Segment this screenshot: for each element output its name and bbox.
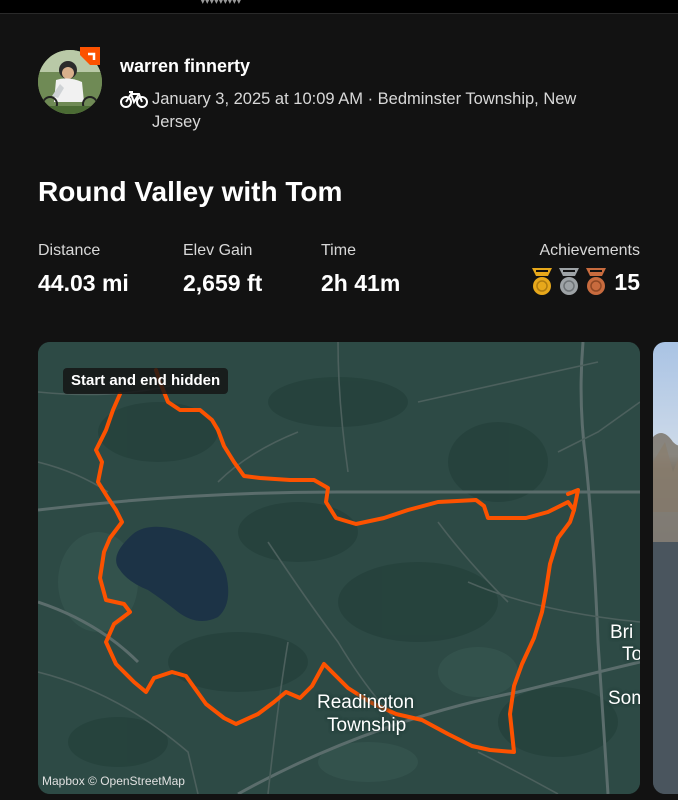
activity-header: warren finnerty January 3, 2025 at 10:09… (38, 47, 658, 140)
stat-achievements-label: Achievements (539, 242, 641, 259)
stat-elev-gain-label: Elev Gain (183, 242, 253, 259)
stat-elev-gain-value: 2,659 ft (183, 270, 263, 296)
stat-time-value: 2h 41m (321, 270, 401, 296)
place-label-readington: Readington (317, 692, 415, 713)
athlete-name[interactable]: warren finnerty (120, 56, 250, 77)
achievements-row[interactable]: 15 (530, 268, 640, 296)
stat-distance-value: 44.03 mi (38, 270, 129, 296)
place-label-edge-1: Bri (610, 622, 634, 643)
activity-date-location: January 3, 2025 at 10:09 AM · Bedminster… (152, 90, 577, 131)
achievements-count: 15 (614, 268, 640, 295)
silver-medal-icon (559, 268, 580, 295)
bronze-medal-icon (586, 268, 607, 295)
bike-icon (120, 91, 148, 108)
activity-title[interactable]: Round Valley with Tom (38, 176, 342, 208)
gold-medal-icon (532, 268, 553, 295)
stat-achievements[interactable]: Achievements 15 (530, 242, 640, 296)
top-strip: ▾▾▾▾▾▾▾▾▾ (0, 0, 678, 14)
stat-time: Time 2h 41m (321, 242, 400, 297)
place-label-edge-2: To (622, 644, 640, 665)
stat-distance: Distance 44.03 mi (38, 242, 129, 297)
map-attribution[interactable]: Mapbox © OpenStreetMap (42, 774, 185, 788)
stat-time-label: Time (321, 242, 356, 259)
route-map[interactable]: Start and end hidden Readington Township… (38, 342, 640, 794)
place-label-township: Township (327, 715, 407, 736)
cut-off-text: ▾▾▾▾▾▾▾▾▾ (200, 0, 242, 7)
stat-elev-gain: Elev Gain 2,659 ft (183, 242, 262, 297)
place-label-edge-3: Som (608, 688, 640, 709)
photo-image (653, 433, 678, 794)
stat-distance-label: Distance (38, 242, 101, 259)
start-end-hidden-label: Start and end hidden (63, 368, 229, 394)
activity-photo-thumbnail[interactable] (653, 342, 678, 794)
subscriber-badge-icon (80, 47, 100, 65)
